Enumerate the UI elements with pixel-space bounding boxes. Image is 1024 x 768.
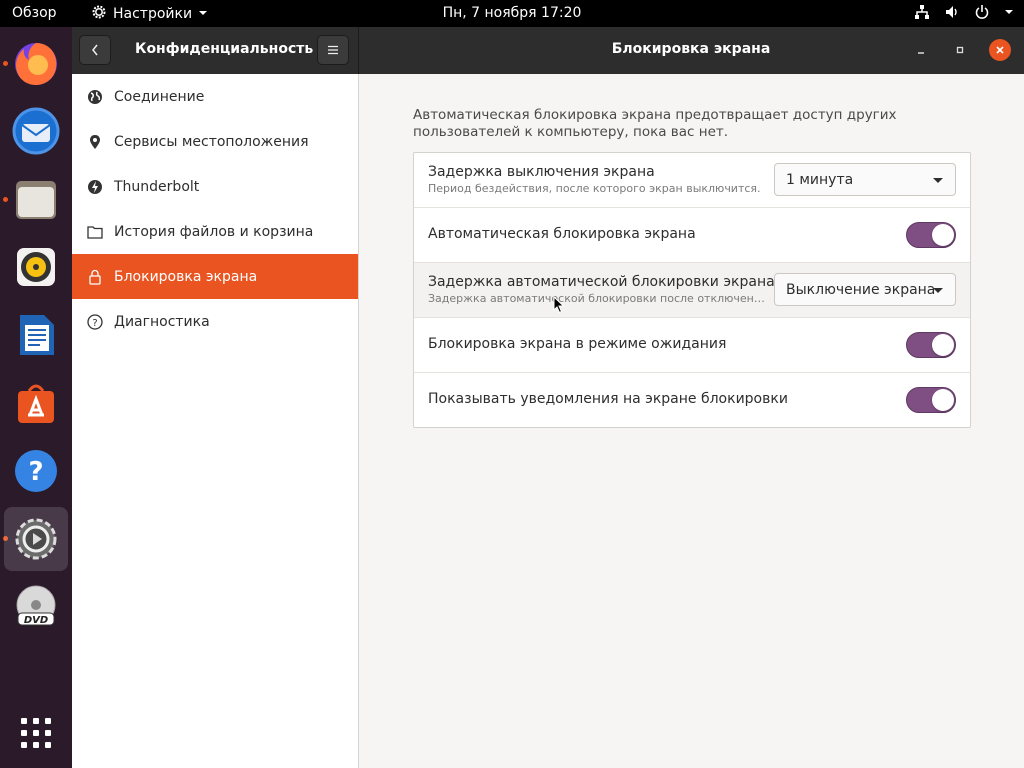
svg-text:?: ? xyxy=(28,457,43,487)
files-launcher[interactable] xyxy=(4,167,68,231)
rhythmbox-icon xyxy=(17,248,55,286)
dropdown-arrow-icon xyxy=(933,178,943,183)
system-tray[interactable] xyxy=(914,4,1014,20)
switch-knob xyxy=(932,224,954,246)
network-icon[interactable] xyxy=(914,4,930,20)
chevron-left-icon xyxy=(92,44,98,56)
thunderbird-icon xyxy=(12,107,60,155)
row-label: Показывать уведомления на экране блокиро… xyxy=(428,391,788,407)
row-label: Задержка автоматической блокировки экран… xyxy=(428,274,775,290)
hamburger-icon xyxy=(328,45,338,55)
lock-on-suspend-switch[interactable] xyxy=(906,332,956,358)
dropdown-value: 1 минута xyxy=(786,171,854,188)
gear-icon xyxy=(91,4,107,24)
row-description: Период бездействия, после которого экран… xyxy=(428,182,761,195)
row-description: Задержка автоматической блокировки после… xyxy=(428,292,768,305)
firefox-launcher[interactable] xyxy=(4,31,68,95)
dropdown-value: Выключение экрана xyxy=(786,281,936,298)
sidebar-item-thunderbolt[interactable]: Thunderbolt xyxy=(72,164,358,209)
switch-knob xyxy=(932,389,954,411)
minimize-icon xyxy=(918,52,924,54)
libreoffice-writer-icon xyxy=(20,315,54,355)
sidebar-item-screen-lock[interactable]: Блокировка экрана xyxy=(72,254,358,299)
writer-launcher[interactable] xyxy=(4,303,68,367)
app-menu-label: Настройки xyxy=(113,6,193,22)
thunderbolt-icon xyxy=(85,179,105,195)
top-bar: Обзор Настройки Пн, 7 ноября 17:20 xyxy=(0,0,1024,27)
folder-icon xyxy=(85,225,105,239)
back-button[interactable] xyxy=(79,35,111,65)
settings-window: Конфиденциальность Блокировка экрана Сое… xyxy=(72,27,1024,768)
blank-screen-delay-row[interactable]: Задержка выключения экрана Период бездей… xyxy=(414,153,970,208)
power-icon[interactable] xyxy=(974,4,990,20)
lock-screen-notifications-switch[interactable] xyxy=(906,387,956,413)
pane-title: Конфиденциальность xyxy=(135,41,314,57)
sidebar-item-file-history[interactable]: История файлов и корзина xyxy=(72,209,358,254)
globe-icon xyxy=(85,89,105,105)
clock[interactable]: Пн, 7 ноября 17:20 xyxy=(443,5,582,21)
lock-on-suspend-row[interactable]: Блокировка экрана в режиме ожидания xyxy=(414,318,970,373)
blank-screen-delay-dropdown[interactable]: 1 минута xyxy=(774,163,956,196)
help-icon: ? xyxy=(15,450,57,492)
screen-lock-description: Автоматическая блокировка экрана предотв… xyxy=(413,107,897,140)
sidebar-item-label: Сервисы местоположения xyxy=(114,133,309,150)
rhythmbox-launcher[interactable] xyxy=(4,235,68,299)
maximize-icon xyxy=(956,46,964,54)
mouse-pointer-icon xyxy=(553,296,565,314)
sidebar-item-label: Соединение xyxy=(114,88,205,105)
menu-button[interactable] xyxy=(317,35,349,65)
auto-lock-delay-row[interactable]: Задержка автоматической блокировки экран… xyxy=(414,263,970,318)
location-pin-icon xyxy=(85,134,105,150)
sidebar-item-label: Диагностика xyxy=(114,313,210,330)
chevron-down-icon xyxy=(198,6,208,22)
sidebar-item-connectivity[interactable]: Соединение xyxy=(72,74,358,119)
svg-text:DVD: DVD xyxy=(24,615,48,626)
settings-list: Задержка выключения экрана Период бездей… xyxy=(413,152,971,428)
sidebar-item-label: Thunderbolt xyxy=(114,178,200,195)
auto-lock-row[interactable]: Автоматическая блокировка экрана xyxy=(414,208,970,263)
help-circle-icon: ? xyxy=(85,313,105,330)
svg-text:?: ? xyxy=(92,318,97,329)
help-launcher[interactable]: ? xyxy=(4,439,68,503)
content-area: Автоматическая блокировка экрана предотв… xyxy=(359,74,1024,768)
sidebar-item-label: История файлов и корзина xyxy=(114,223,314,240)
header-bar: Конфиденциальность Блокировка экрана xyxy=(72,27,1024,74)
row-label: Автоматическая блокировка экрана xyxy=(428,226,696,242)
minimize-button[interactable] xyxy=(910,39,932,61)
files-icon xyxy=(16,181,56,219)
row-label: Блокировка экрана в режиме ожидания xyxy=(428,336,727,352)
sidebar-item-location[interactable]: Сервисы местоположения xyxy=(72,119,358,164)
software-icon xyxy=(18,384,54,423)
settings-icon xyxy=(15,518,57,560)
firefox-icon xyxy=(15,43,57,85)
lock-icon xyxy=(85,269,105,285)
dropdown-arrow-icon xyxy=(933,288,943,293)
auto-lock-delay-dropdown[interactable]: Выключение экрана xyxy=(774,273,956,306)
lock-screen-notifications-row[interactable]: Показывать уведомления на экране блокиро… xyxy=(414,373,970,427)
show-apps-icon xyxy=(21,718,51,748)
maximize-button[interactable] xyxy=(949,39,971,61)
volume-icon[interactable] xyxy=(944,4,960,20)
dvd-icon: DVD xyxy=(16,585,56,626)
activities-button[interactable]: Обзор xyxy=(12,5,57,21)
close-icon xyxy=(996,46,1004,54)
switch-knob xyxy=(932,334,954,356)
sidebar-item-diagnostics[interactable]: ? Диагностика xyxy=(72,299,358,344)
thunderbird-launcher[interactable] xyxy=(4,99,68,163)
show-apps-button[interactable] xyxy=(4,701,68,765)
auto-lock-switch[interactable] xyxy=(906,222,956,248)
header-left-pane: Конфиденциальность xyxy=(72,27,359,74)
dvd-launcher[interactable]: DVD xyxy=(4,575,68,639)
app-menu-button[interactable]: Настройки xyxy=(91,4,208,24)
close-button[interactable] xyxy=(989,39,1011,61)
sidebar: Соединение Сервисы местоположения Thunde… xyxy=(72,74,359,768)
dock: ? DVD xyxy=(0,27,72,768)
software-launcher[interactable] xyxy=(4,371,68,435)
chevron-down-icon[interactable] xyxy=(1004,7,1014,17)
settings-launcher[interactable] xyxy=(4,507,68,571)
sidebar-item-label: Блокировка экрана xyxy=(114,268,258,285)
row-label: Задержка выключения экрана xyxy=(428,164,655,180)
